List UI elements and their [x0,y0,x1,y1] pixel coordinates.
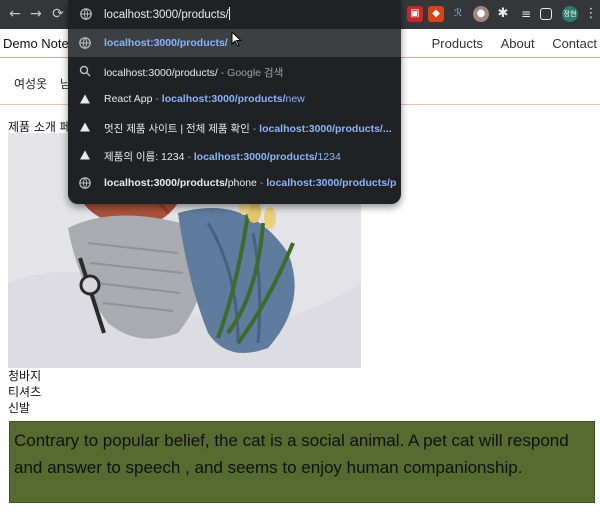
site-nav: Products About Contact [418,36,597,51]
side-panel-icon[interactable] [540,8,552,20]
list-item: 신발 [8,401,31,415]
suggestion-label: 멋진 제품 사이트 | 전체 제품 확인 - localhost:3000/pr… [104,123,392,135]
address-text[interactable]: localhost:3000/products/ [104,7,230,21]
profile-avatar-icon[interactable]: 정현 [562,6,578,22]
more-menu-icon[interactable]: ⋮ [583,6,599,22]
nav-link-about[interactable]: About [501,36,535,51]
react-icon [80,122,90,132]
suggestion-label: localhost:3000/products/phone - localhos… [104,177,396,189]
address-bar[interactable]: localhost:3000/products/ [68,0,401,29]
globe-icon [79,177,91,189]
suggestion-label: localhost:3000/products/ [104,37,228,49]
omnibox-suggestion[interactable]: React App - localhost:3000/products/new [68,85,401,113]
reload-icon[interactable]: ⟳ [49,5,67,23]
globe-icon [79,37,91,49]
product-list: 청바지 티셔츠 신발 [8,368,41,416]
suggestion-label: localhost:3000/products/ - Google 검색 [104,67,284,79]
omnibox-suggestion[interactable]: 멋진 제품 사이트 | 전체 제품 확인 - localhost:3000/pr… [68,113,401,141]
list-item: 청바지 [8,369,42,383]
react-icon [80,150,90,160]
list-item: 티셔츠 [8,385,42,399]
extensions-puzzle-icon[interactable]: ✱ [495,6,511,22]
category-womens[interactable]: 여성옷 [14,75,47,92]
text-caret [228,7,230,20]
extension-translate-icon[interactable]: ℛ [450,6,466,22]
search-icon [79,65,91,77]
omnibox-suggestion[interactable]: localhost:3000/products/ - Google 검색 [68,57,401,85]
react-icon [80,94,90,104]
extension-cookie-icon[interactable]: ● [473,6,489,22]
mouse-cursor-icon [231,31,242,47]
nav-link-contact[interactable]: Contact [552,36,597,51]
nav-link-products[interactable]: Products [432,36,483,51]
forward-arrow-icon[interactable]: → [27,5,45,23]
omnibox-suggestion[interactable]: localhost:3000/products/phone - localhos… [68,169,401,197]
site-info-icon[interactable] [80,8,92,20]
suggestion-label: 제품의 이름: 1234 - localhost:3000/products/1… [104,151,341,163]
cat-fact-box: Contrary to popular belief, the cat is a… [9,421,595,503]
extension-orange-icon[interactable]: ◆ [428,6,444,22]
extension-red-icon[interactable]: ▣ [407,6,423,22]
media-controls-icon[interactable]: ≡ [518,6,534,22]
site-brand[interactable]: Demo Note [3,36,69,51]
omnibox-suggestion[interactable]: 제품의 이름: 1234 - localhost:3000/products/1… [68,141,401,169]
suggestion-label: React App - localhost:3000/products/new [104,93,305,105]
back-arrow-icon[interactable]: ← [6,5,24,23]
